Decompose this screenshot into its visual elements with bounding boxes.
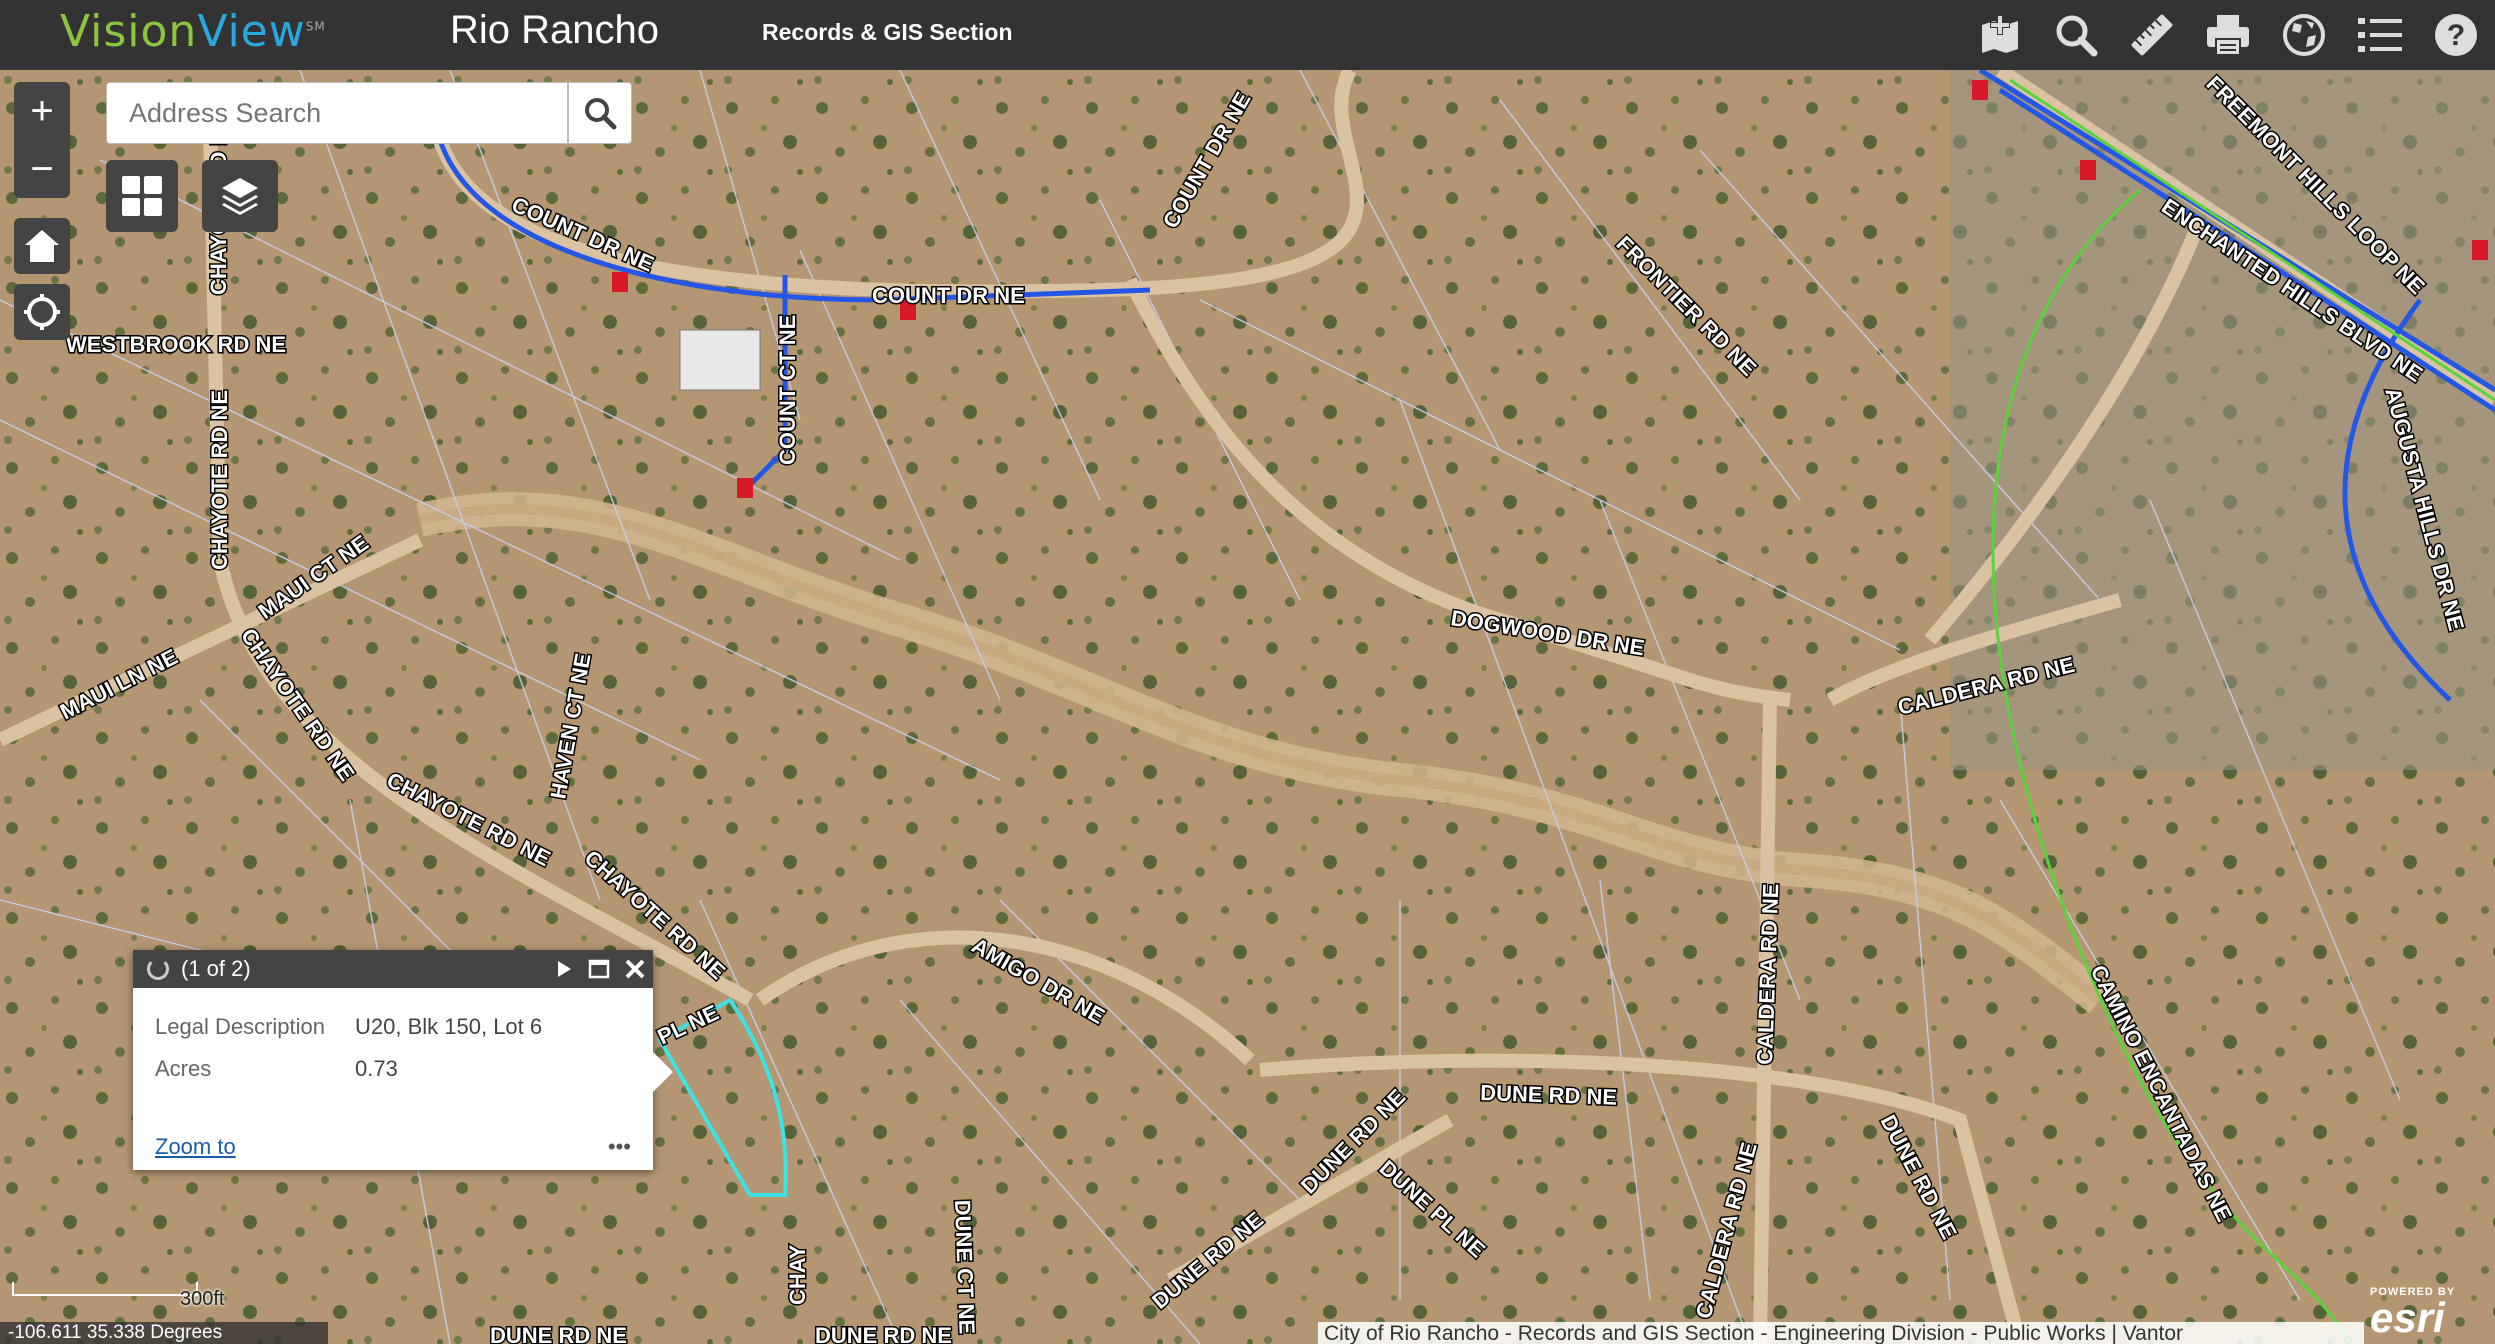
search-submit-button[interactable] bbox=[568, 82, 632, 144]
popup-header: (1 of 2) bbox=[133, 950, 653, 988]
popup-content: Legal Description U20, Blk 150, Lot 6 Ac… bbox=[133, 988, 653, 1090]
street-label: DUNE RD NE bbox=[1480, 1080, 1618, 1110]
map-view[interactable]: COUNT DR NE COUNT DR NE COUNT DR NE COUN… bbox=[0, 70, 2495, 1344]
field-label: Legal Description bbox=[155, 1014, 325, 1039]
app-header: VisionViewSM Rio Rancho Records & GIS Se… bbox=[0, 0, 2495, 70]
app-logo[interactable]: VisionViewSM bbox=[60, 6, 326, 57]
grid-icon bbox=[122, 176, 162, 216]
city-title: Rio Rancho bbox=[450, 8, 660, 52]
layers-icon bbox=[222, 178, 258, 215]
next-feature-icon[interactable] bbox=[553, 958, 575, 980]
zoom-control: + − bbox=[14, 82, 70, 198]
toolbar: ? bbox=[1969, 0, 2495, 70]
address-search-box bbox=[106, 82, 568, 144]
add-data-icon[interactable] bbox=[1969, 4, 2031, 66]
popup-field-row: Legal Description U20, Blk 150, Lot 6 bbox=[155, 1006, 631, 1048]
street-label: COUNT DR NE bbox=[872, 283, 1025, 308]
search-icon[interactable] bbox=[2045, 4, 2107, 66]
street-label: COUNT CT NE bbox=[775, 315, 800, 465]
map-attribution: City of Rio Rancho - Records and GIS Sec… bbox=[1318, 1322, 2364, 1344]
scale-label: 300ft bbox=[180, 1288, 225, 1310]
scale-bar bbox=[12, 1282, 198, 1296]
zoom-in-button[interactable]: + bbox=[14, 82, 70, 140]
measure-icon[interactable] bbox=[2121, 4, 2183, 66]
section-title: Records & GIS Section bbox=[762, 19, 1013, 45]
address-search-input[interactable] bbox=[107, 83, 567, 143]
close-icon[interactable] bbox=[623, 957, 647, 981]
loading-spinner-icon bbox=[147, 958, 169, 980]
logo-view-text: View bbox=[197, 6, 306, 57]
street-label: WESTBROOK RD NE bbox=[66, 332, 286, 357]
svg-text:?: ? bbox=[2447, 19, 2465, 52]
locate-button[interactable] bbox=[14, 284, 70, 340]
feature-popup: (1 of 2) Legal Description U20, Blk 150,… bbox=[133, 950, 673, 1170]
more-actions-button[interactable]: ••• bbox=[608, 1134, 631, 1160]
street-label: DUNE RD NE bbox=[815, 1323, 952, 1344]
help-icon[interactable]: ? bbox=[2425, 4, 2487, 66]
popup-footer: Zoom to ••• bbox=[155, 1134, 631, 1160]
coordinate-text: -106.611 35.338 Degrees bbox=[8, 1322, 223, 1343]
field-label: Acres bbox=[155, 1056, 212, 1081]
logo-service-mark: SM bbox=[305, 19, 326, 34]
field-value: 0.73 bbox=[355, 1056, 398, 1081]
esri-brand-text: esri bbox=[2370, 1294, 2445, 1341]
basemap-gallery-button[interactable] bbox=[106, 160, 178, 232]
popup-field-row: Acres 0.73 bbox=[155, 1048, 631, 1090]
home-button[interactable] bbox=[14, 218, 70, 274]
street-label: DUNE RD NE bbox=[490, 1323, 627, 1344]
locate-icon bbox=[24, 294, 60, 330]
maximize-icon[interactable] bbox=[587, 957, 611, 981]
coordinate-readout: -106.611 35.338 Degrees bbox=[0, 1322, 328, 1344]
layers-button[interactable] bbox=[202, 160, 278, 232]
print-icon[interactable] bbox=[2197, 4, 2259, 66]
popup-pointer bbox=[651, 1050, 673, 1094]
search-icon bbox=[585, 98, 617, 130]
zoom-out-button[interactable]: − bbox=[14, 140, 70, 198]
street-label: DUNE CT NE bbox=[950, 1199, 980, 1334]
esri-logo[interactable]: POWERED BY esri bbox=[2370, 1286, 2495, 1344]
layer-list-icon[interactable] bbox=[2349, 4, 2411, 66]
street-label: CHAY bbox=[785, 1244, 810, 1305]
basemap-icon[interactable] bbox=[2273, 4, 2335, 66]
home-icon bbox=[25, 230, 59, 262]
popup-title: (1 of 2) bbox=[181, 956, 251, 981]
field-value: U20, Blk 150, Lot 6 bbox=[355, 1014, 543, 1039]
street-label: CHAYOTE RD NE bbox=[207, 390, 232, 570]
zoom-to-link[interactable]: Zoom to bbox=[155, 1134, 236, 1160]
logo-vision-text: Vision bbox=[60, 6, 198, 57]
